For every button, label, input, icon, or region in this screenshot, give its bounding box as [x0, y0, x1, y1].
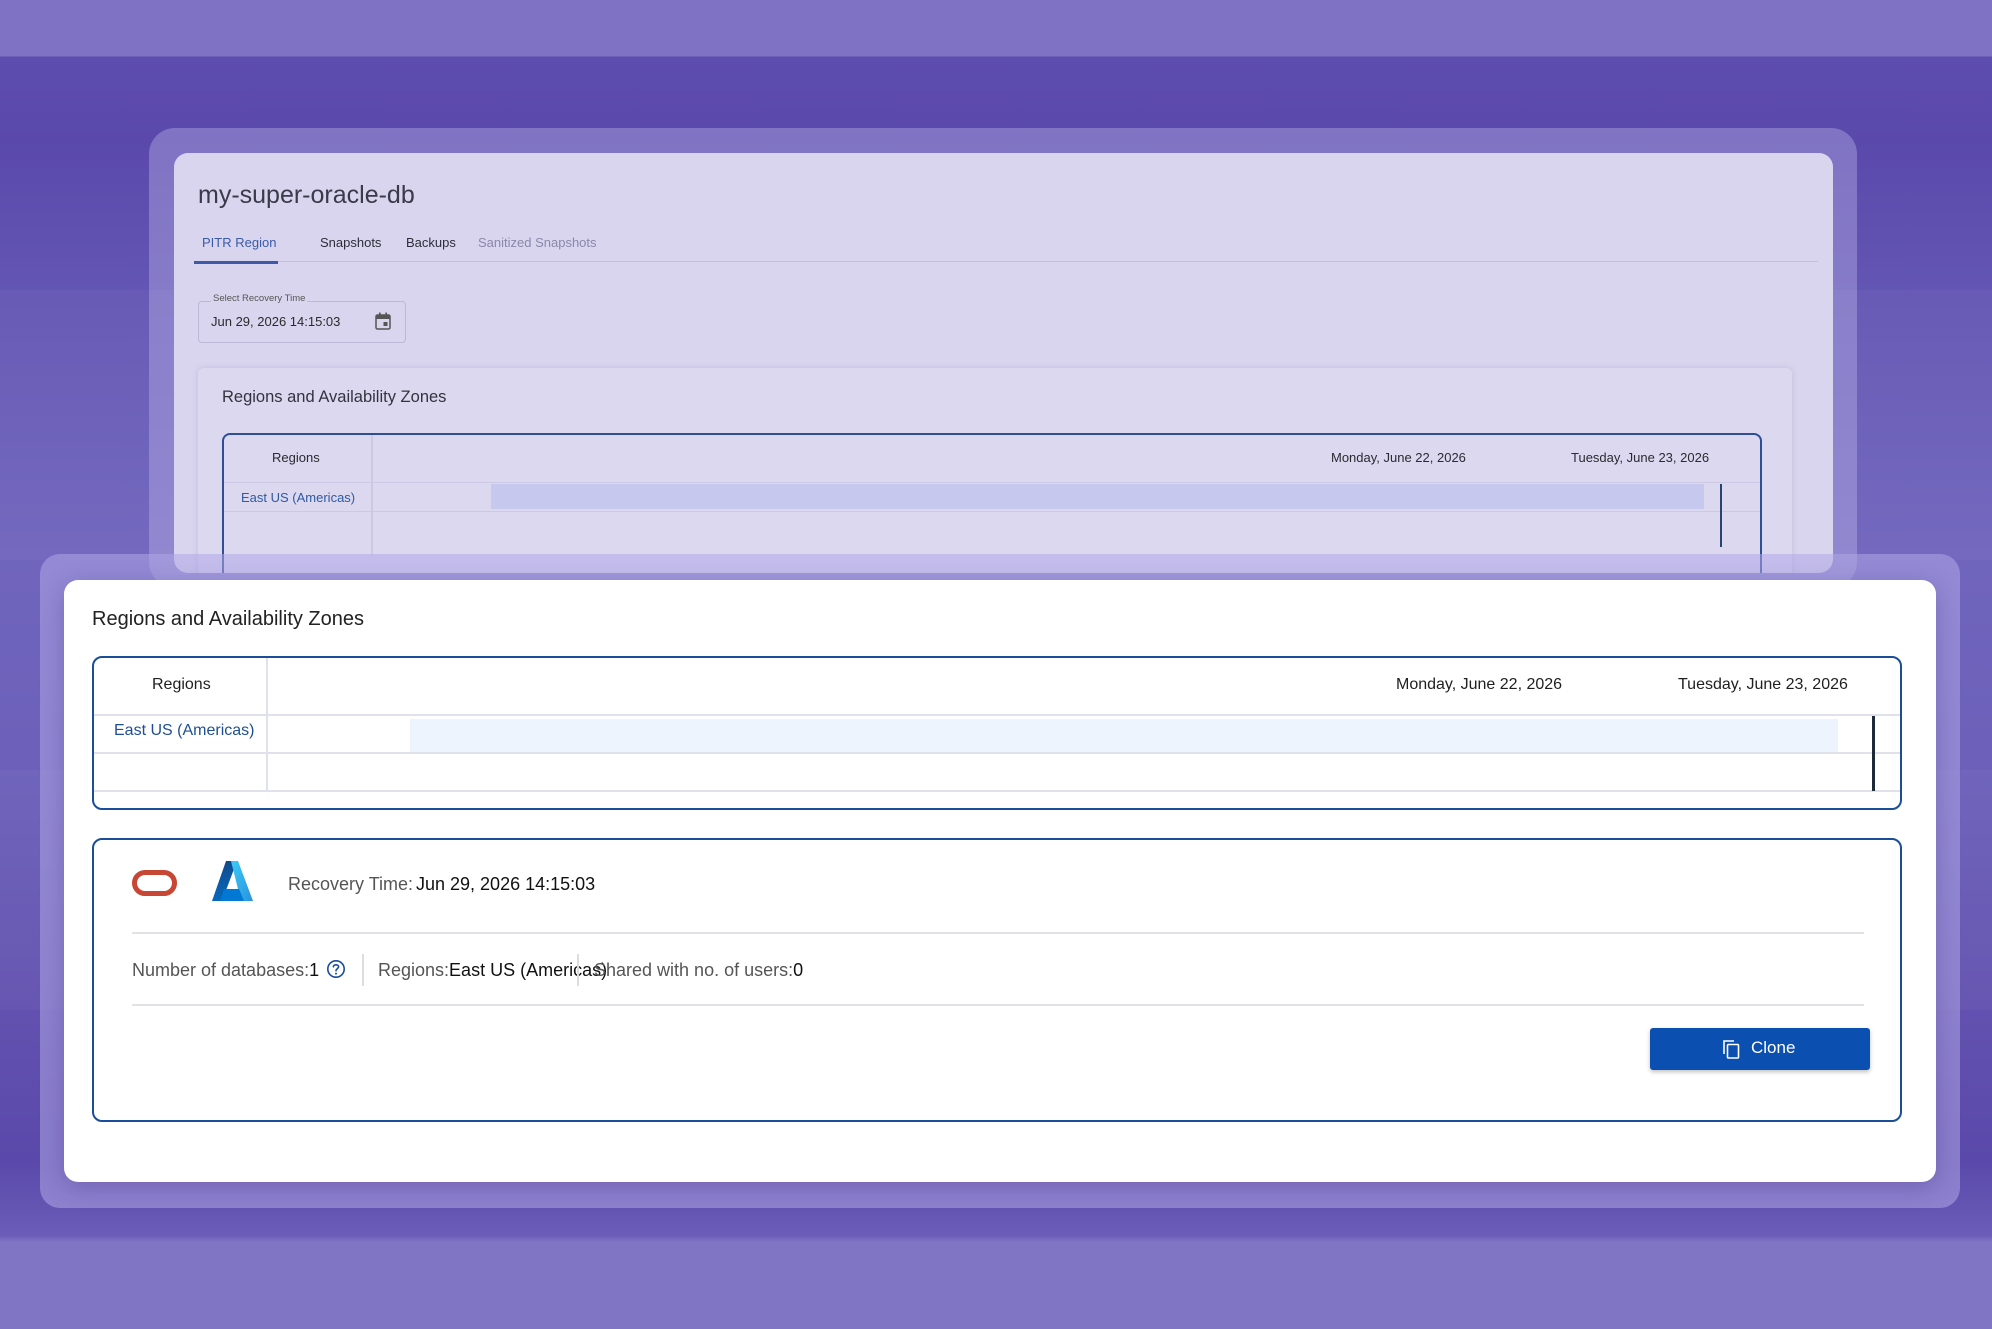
recovery-time-label: Recovery Time:	[288, 874, 414, 894]
shared-users-stat: Shared with no. of users:0	[594, 960, 803, 981]
tab-backups[interactable]: Backups	[406, 235, 456, 250]
recovery-time-value: Jun 29, 2026 14:15:03	[211, 314, 341, 329]
row-divider	[94, 790, 1900, 792]
row-divider	[224, 511, 1760, 512]
row-divider	[94, 752, 1900, 754]
recovery-detail-card: Recovery Time: Jun 29, 2026 14:15:03 Num…	[92, 838, 1902, 1122]
page-title: my-super-oracle-db	[198, 181, 415, 209]
database-count-label: Number of databases:	[132, 960, 310, 980]
back-window: my-super-oracle-db PITR Region Snapshots…	[174, 153, 1833, 573]
row-divider	[224, 482, 1760, 483]
divider	[132, 1004, 1864, 1006]
oracle-logo	[132, 870, 177, 896]
active-tab-indicator	[194, 261, 278, 264]
tab-sanitized-snapshots: Sanitized Snapshots	[478, 235, 597, 250]
azure-logo	[212, 861, 253, 901]
date-header: Monday, June 22, 2026	[1331, 450, 1466, 465]
section-title: Regions and Availability Zones	[222, 388, 447, 406]
tab-pitr-region[interactable]: PITR Region	[202, 235, 276, 250]
row-divider	[94, 714, 1900, 716]
shared-users-label: Shared with no. of users:	[594, 960, 794, 980]
regions-column-header: Regions	[152, 676, 211, 693]
database-count: Number of databases:1	[132, 960, 319, 981]
availability-bar	[410, 719, 1838, 752]
date-header: Monday, June 22, 2026	[1396, 676, 1563, 693]
date-header: Tuesday, June 23, 2026	[1678, 676, 1848, 693]
region-stat: Regions:East US (Americas)	[378, 960, 607, 981]
divider	[132, 932, 1864, 934]
stat-divider	[577, 954, 579, 986]
regions-timeline-table: Regions Monday, June 22, 2026 Tuesday, J…	[222, 433, 1762, 573]
region-stat-value: East US (Americas)	[449, 960, 608, 980]
regions-column-header: Regions	[272, 450, 320, 465]
current-time-marker	[1872, 716, 1875, 791]
date-header: Tuesday, June 23, 2026	[1571, 450, 1710, 465]
region-link[interactable]: East US (Americas)	[114, 722, 254, 740]
calendar-icon[interactable]	[375, 312, 391, 330]
region-link[interactable]: East US (Americas)	[241, 490, 355, 505]
help-circle-icon[interactable]	[326, 959, 346, 979]
database-count-value: 1	[309, 960, 320, 980]
column-divider	[266, 658, 268, 792]
section-title: Regions and Availability Zones	[92, 608, 365, 630]
current-time-marker	[1720, 484, 1722, 547]
clone-button-label: Clone	[1751, 1038, 1796, 1057]
availability-bar	[491, 484, 1704, 509]
recovery-time-value: Jun 29, 2026 14:15:03	[416, 874, 596, 894]
front-window: Regions and Availability Zones Regions M…	[64, 580, 1936, 1182]
region-stat-label: Regions:	[378, 960, 450, 980]
regions-timeline-table: Regions Monday, June 22, 2026 Tuesday, J…	[92, 656, 1902, 810]
tab-snapshots[interactable]: Snapshots	[320, 235, 381, 250]
regions-section: Regions and Availability Zones Regions M…	[198, 368, 1792, 573]
column-divider	[371, 435, 373, 555]
copy-icon	[1723, 1040, 1740, 1059]
clone-button[interactable]: Clone	[1650, 1028, 1870, 1070]
recovery-time-label: Select Recovery Time	[211, 293, 308, 304]
shared-users-value: 0	[793, 960, 804, 980]
tab-bar: PITR Region Snapshots Backups Sanitized …	[198, 235, 1818, 262]
recovery-time-field[interactable]: Select Recovery Time Jun 29, 2026 14:15:…	[198, 293, 406, 343]
stat-divider	[362, 954, 364, 986]
